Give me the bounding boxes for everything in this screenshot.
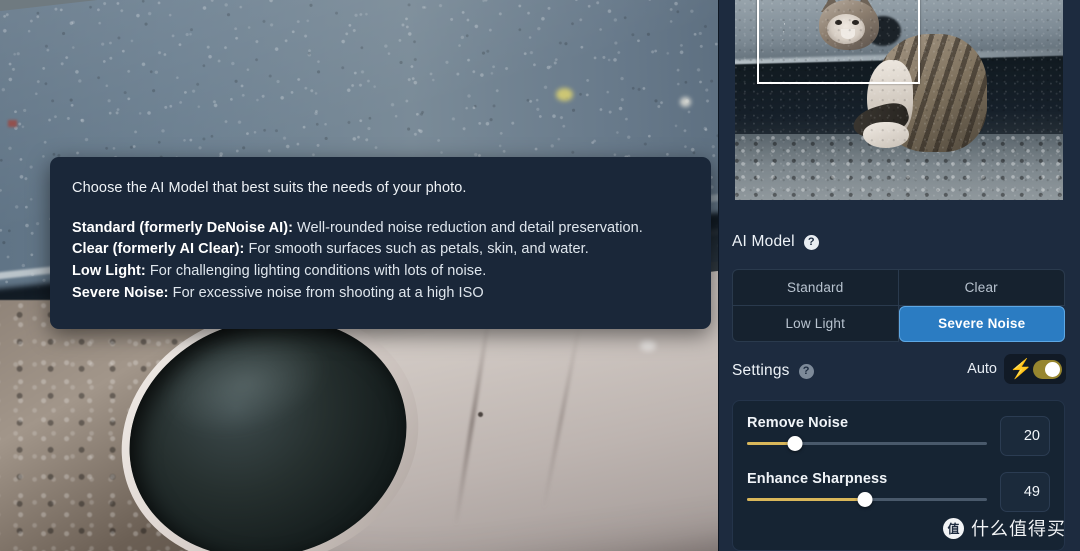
tooltip-desc-standard: Well-rounded noise reduction and detail … (292, 219, 643, 236)
auto-label: Auto (967, 361, 997, 377)
slider-value-text: 49 (1023, 484, 1040, 500)
ai-model-option-clear[interactable]: Clear (898, 269, 1065, 306)
ai-model-selector[interactable]: Standard Clear Low Light Severe Noise (732, 269, 1065, 342)
tooltip-desc-low-light: For challenging lighting conditions with… (145, 263, 487, 280)
ai-model-heading: AI Model ? (732, 233, 819, 251)
panel-divider (718, 0, 719, 551)
tooltip-line-standard: Standard (formerly DeNoise AI): Well-rou… (72, 218, 687, 240)
ai-model-option-severe-noise[interactable]: Severe Noise (898, 305, 1065, 342)
slider-track[interactable] (747, 492, 987, 507)
tooltip-term-severe-noise: Severe Noise: (72, 284, 169, 301)
tooltip-line-clear: Clear (formerly AI Clear): For smooth su… (72, 239, 687, 261)
slider-handle[interactable] (857, 492, 873, 507)
question-mark-icon[interactable]: ? (803, 234, 819, 250)
slider-value-enhance-sharpness[interactable]: 49 (1000, 472, 1050, 512)
ai-model-option-label: Low Light (785, 315, 846, 331)
settings-row: Auto ⚡ (732, 354, 1066, 388)
tooltip-model-list: Standard (formerly DeNoise AI): Well-rou… (72, 218, 687, 305)
tooltip-term-clear: Clear (formerly AI Clear): (72, 241, 245, 258)
ai-model-option-label: Clear (964, 279, 998, 295)
tooltip-term-low-light: Low Light: (72, 263, 146, 280)
lightning-bolt-icon: ⚡ (1009, 358, 1033, 380)
ai-model-tooltip: Choose the AI Model that best suits the … (50, 157, 711, 329)
slider-label: Enhance Sharpness (747, 471, 888, 487)
ai-model-option-label: Standard (787, 279, 844, 295)
tooltip-desc-severe-noise: For excessive noise from shooting at a h… (168, 284, 484, 301)
slider-value-remove-noise[interactable]: 20 (1000, 416, 1050, 456)
ai-model-option-label: Severe Noise (938, 316, 1026, 332)
auto-toggle[interactable]: ⚡ (1004, 354, 1066, 384)
toggle-track (1032, 359, 1062, 379)
ai-model-option-low-light[interactable]: Low Light (732, 305, 899, 342)
watermark-text: 什么值得买 (971, 519, 1066, 539)
slider-handle[interactable] (787, 436, 803, 451)
toggle-knob (1045, 361, 1060, 377)
pipe-dark-spot (478, 412, 483, 417)
slider-remove-noise: Remove Noise (747, 415, 987, 451)
slider-label: Remove Noise (747, 415, 849, 431)
watermark: 值 什么值得买 (943, 515, 1066, 541)
red-speck (8, 120, 17, 127)
image-preview-canvas[interactable]: Choose the AI Model that best suits the … (0, 0, 718, 551)
white-speck (680, 97, 691, 107)
slider-track[interactable] (747, 436, 987, 451)
tooltip-intro: Choose the AI Model that best suits the … (72, 180, 467, 196)
yellow-speck (556, 88, 573, 101)
slider-value-text: 20 (1023, 428, 1040, 444)
ai-model-title: AI Model (732, 233, 795, 250)
slider-enhance-sharpness: Enhance Sharpness (747, 471, 987, 507)
tooltip-desc-clear: For smooth surfaces such as petals, skin… (244, 241, 589, 258)
tooltip-term-standard: Standard (formerly DeNoise AI): (72, 219, 293, 236)
watermark-logo-icon: 值 (943, 517, 964, 539)
ai-model-option-standard[interactable]: Standard (732, 269, 899, 306)
slider-fill (747, 498, 865, 501)
pipe-specular-highlight (640, 340, 656, 351)
navigator-selection-box[interactable] (757, 0, 920, 84)
tooltip-line-severe-noise: Severe Noise: For excessive noise from s… (72, 283, 687, 305)
tooltip-line-low-light: Low Light: For challenging lighting cond… (72, 261, 687, 283)
